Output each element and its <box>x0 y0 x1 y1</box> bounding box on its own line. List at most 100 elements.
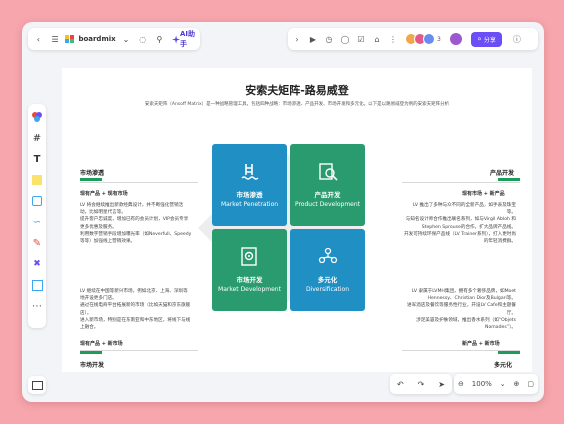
section-line: 与知名设计师合作推出联名系列，如与Virgil Abloh 和 Stephen … <box>405 217 516 230</box>
zoom-out-icon[interactable]: ⊖ <box>458 380 464 388</box>
share-button[interactable]: ⚪ 分享 <box>470 31 502 47</box>
left-toolbar: # T ∽ ✎ ✖ ⋯ <box>28 104 46 328</box>
history-controls: ↶ ↷ ➤ <box>390 374 452 394</box>
section-line: 涉足美容及护肤领域，推出香水系列（如“Objets Nomades”）。 <box>416 317 516 331</box>
sticky-note-icon[interactable] <box>30 173 44 187</box>
quadrant-market-penetration[interactable]: 市场渗透 Market Penetration <box>212 144 287 226</box>
section-body: LV 推出了多种与众不同的全新产品，如手表及珠宝等。 与知名设计师合作推出联名系… <box>404 202 516 245</box>
quadrant-title-zh: 产品开发 <box>314 191 341 199</box>
board-title: 安索夫矩阵-路易威登 <box>245 84 349 97</box>
ai-assistant-label: AI助手 <box>179 30 196 48</box>
quadrant-title-en: Market Development <box>218 286 281 293</box>
search-document-icon <box>318 163 338 181</box>
timer-icon[interactable]: ◷ <box>322 32 336 46</box>
zoom-level[interactable]: 100% <box>472 380 492 388</box>
section-subheading: 现有产品 + 新市场 <box>80 341 123 347</box>
quadrant-market-development[interactable]: 市场开发 Market Development <box>212 229 287 311</box>
section-line: LV 隶属于LVMH集团，拥有多个奢侈品牌，如Moet Hennessy、Chr… <box>411 289 516 302</box>
redo-icon[interactable]: ↷ <box>418 380 425 389</box>
section-divider <box>402 182 520 183</box>
ladder-pool-icon <box>241 164 258 180</box>
ai-assistant-button[interactable]: AI助手 <box>171 29 200 49</box>
section-line: LV 推出了多种与众不同的全新产品，如手表及珠宝等。 <box>412 203 516 216</box>
section-heading-diversification: 多元化 <box>494 362 513 369</box>
collaborator-avatars[interactable] <box>405 33 435 45</box>
more-icon[interactable]: ⋮ <box>386 32 400 46</box>
brand-logo[interactable]: boardmix <box>65 35 116 43</box>
more-tools-icon[interactable]: ⋯ <box>30 299 44 313</box>
boardmix-logo-icon <box>65 35 75 43</box>
share-label: 分享 <box>483 36 496 44</box>
chevron-down-icon[interactable]: ⌄ <box>500 380 506 388</box>
fit-screen-icon[interactable]: ▢ <box>527 380 534 388</box>
section-line: 利用数字营销手段增加曝光率（如Neverfull、Speedy等等）加强线上营销… <box>80 231 192 245</box>
pen-icon[interactable]: ✎ <box>30 236 44 250</box>
section-underline <box>80 178 102 181</box>
tag-icon[interactable]: ◌ <box>136 32 149 46</box>
section-heading-market-development: 市场开发 <box>80 362 105 369</box>
network-people-icon <box>318 247 337 264</box>
section-line: 进军酒店及餐饮等服务性行业，开设LV Cafe和主题餐厅。 <box>407 303 516 316</box>
section-subheading: 现有产品 + 现有市场 <box>80 191 128 197</box>
frame-icon[interactable]: # <box>30 131 44 145</box>
mindmap-icon[interactable]: ✖ <box>30 257 44 271</box>
quadrant-product-development[interactable]: 产品开发 Product Development <box>290 144 365 226</box>
section-body: LV 隶属于LVMH集团，拥有多个奢侈品牌，如Moet Hennessy、Chr… <box>404 288 516 331</box>
chevron-right-icon[interactable]: › <box>290 32 304 46</box>
section-line: 通过在线电商平台拓展新的市场（比如天猫和京东旗舰店）。 <box>80 303 191 316</box>
zoom-controls: ⊖ 100% ⌄ ⊕ ▢ <box>454 374 538 394</box>
section-subheading: 新产品 + 新市场 <box>462 341 500 347</box>
minimap-icon <box>31 380 43 390</box>
quadrant-title-en: Diversification <box>305 286 350 293</box>
text-icon[interactable]: T <box>30 152 44 166</box>
section-line: LV 将会继续推出新款经典设计，并不断强化营销活动，比如明星代言等。 <box>80 203 184 216</box>
undo-icon[interactable]: ↶ <box>397 380 404 389</box>
shape-icon[interactable] <box>30 194 44 208</box>
search-icon[interactable]: ⚲ <box>153 32 166 46</box>
section-heading-product-development: 产品开发 <box>490 170 515 177</box>
avatar-count: 3 <box>437 35 441 43</box>
section-underline <box>80 351 102 354</box>
quadrant-title-zh: 市场开发 <box>236 276 263 284</box>
menu-icon[interactable]: ☰ <box>49 32 62 46</box>
quadrant-title-zh: 市场渗透 <box>236 191 263 199</box>
section-line: 提升客户忠诚度，增加已有的会员计划，VIP会员专享更多优惠及服务。 <box>80 217 189 230</box>
minimap-button[interactable] <box>28 376 46 394</box>
top-toolbar-left: ‹ ☰ boardmix ⌄ ◌ ⚲ AI助手 <box>28 28 200 50</box>
quadrant-title-en: Product Development <box>294 201 361 208</box>
section-body: LV 将会继续推出新款经典设计，并不断强化营销活动，比如明星代言等。 提升客户忠… <box>80 202 192 245</box>
user-avatar[interactable] <box>448 32 463 46</box>
top-toolbar-right: › ▶ ◷ ◯ ☑ ⌂ ⋮ 3 ⚪ 分享 ⓘ <box>288 28 538 50</box>
section-underline <box>498 178 520 181</box>
brand-name: boardmix <box>78 35 116 43</box>
vote-icon[interactable]: ☑ <box>354 32 368 46</box>
section-divider <box>80 182 198 183</box>
section-heading-market-penetration: 市场渗透 <box>80 170 105 177</box>
chevron-down-icon[interactable]: ⌄ <box>120 32 133 46</box>
table-icon[interactable] <box>30 278 44 292</box>
museum-icon[interactable]: ⌂ <box>370 32 384 46</box>
section-line: LV 继续在中国等新兴市场，例如北京、上海、深圳等地开设更多门店。 <box>80 289 188 302</box>
comment-icon[interactable]: ◯ <box>338 32 352 46</box>
section-body: LV 继续在中国等新兴市场，例如北京、上海、深圳等地开设更多门店。 通过在线电商… <box>80 288 192 331</box>
zoom-in-icon[interactable]: ⊕ <box>514 380 520 388</box>
play-icon[interactable]: ▶ <box>306 32 320 46</box>
avatar <box>423 33 435 45</box>
section-line: 进入新市场，特别是在东南亚和中东地区，将线下与线上融合。 <box>80 317 191 331</box>
templates-icon[interactable] <box>30 110 44 124</box>
board-canvas[interactable]: 安索夫矩阵-路易威登 安索夫矩阵（Ansoff Matrix）是一种战略管理工具… <box>62 68 532 372</box>
quadrant-title-zh: 多元化 <box>317 276 338 284</box>
section-subheading: 现有市场 + 新产品 <box>462 191 505 197</box>
connector-icon[interactable]: ∽ <box>30 215 44 229</box>
section-underline <box>498 351 520 354</box>
app-window: ‹ ☰ boardmix ⌄ ◌ ⚲ AI助手 › ▶ ◷ ◯ ☑ ⌂ ⋮ 3 … <box>22 22 544 402</box>
quadrant-diversification[interactable]: 多元化 Diversification <box>290 229 365 311</box>
back-icon[interactable]: ‹ <box>32 32 45 46</box>
cursor-icon[interactable]: ➤ <box>438 380 445 389</box>
gear-document-icon <box>240 247 257 266</box>
help-icon[interactable]: ⓘ <box>510 32 524 46</box>
quadrant-title-en: Market Penetration <box>220 201 279 208</box>
ai-sparkle-icon <box>171 34 180 44</box>
section-line: 开发可持续环保产品线（LV Trainer系列），打入更时尚的年轻消费群。 <box>404 231 516 245</box>
board-subtitle: 安索夫矩阵（Ansoff Matrix）是一种战略管理工具，包括四种战略：市场渗… <box>144 102 450 107</box>
